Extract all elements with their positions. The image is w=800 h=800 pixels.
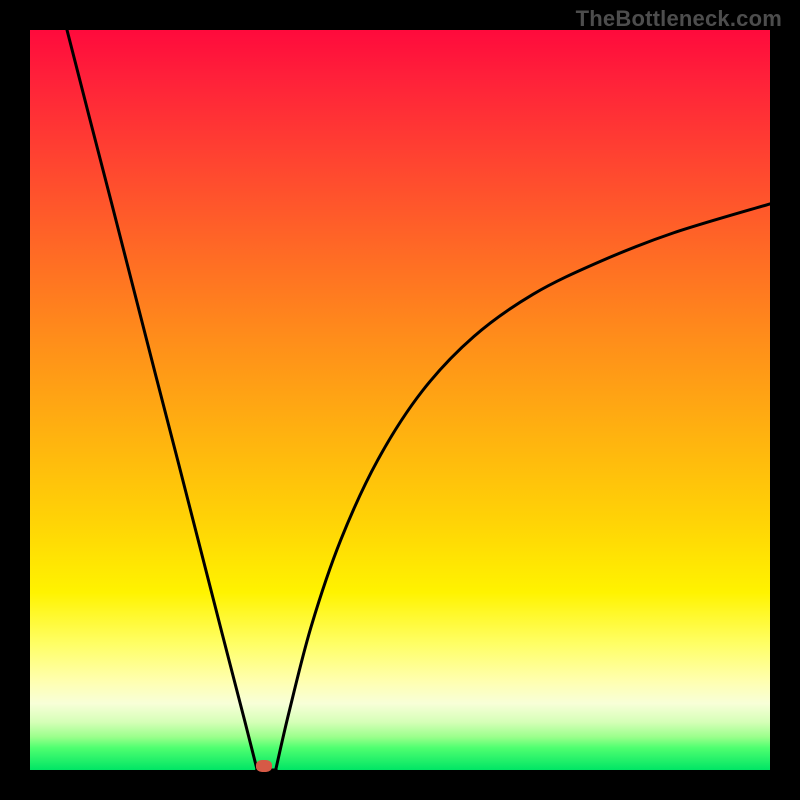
chart-frame: TheBottleneck.com	[0, 0, 800, 800]
watermark-text: TheBottleneck.com	[576, 6, 782, 32]
optimum-marker	[256, 760, 272, 772]
curve-path	[67, 30, 770, 770]
bottleneck-curve	[30, 30, 770, 770]
plot-area	[30, 30, 770, 770]
